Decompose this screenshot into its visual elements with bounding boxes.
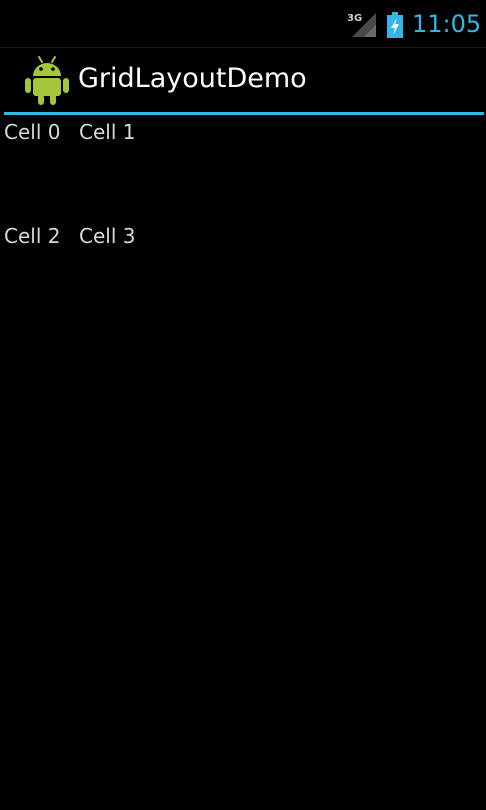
battery-charging-icon <box>387 12 403 38</box>
status-bar: 3G 11:05 <box>0 0 486 48</box>
signal-icon: 3G <box>347 13 376 37</box>
network-type-label: 3G <box>347 13 362 24</box>
grid-cell-1: Cell 1 <box>79 120 136 144</box>
status-clock: 11:05 <box>412 10 482 38</box>
action-bar: GridLayoutDemo <box>0 48 486 112</box>
grid-cell-2: Cell 2 <box>4 224 61 248</box>
grid-cell-3: Cell 3 <box>79 224 136 248</box>
app-title: GridLayoutDemo <box>78 63 307 94</box>
android-robot-icon[interactable] <box>24 54 70 106</box>
action-bar-divider <box>4 112 484 115</box>
grid-cell-0: Cell 0 <box>4 120 61 144</box>
